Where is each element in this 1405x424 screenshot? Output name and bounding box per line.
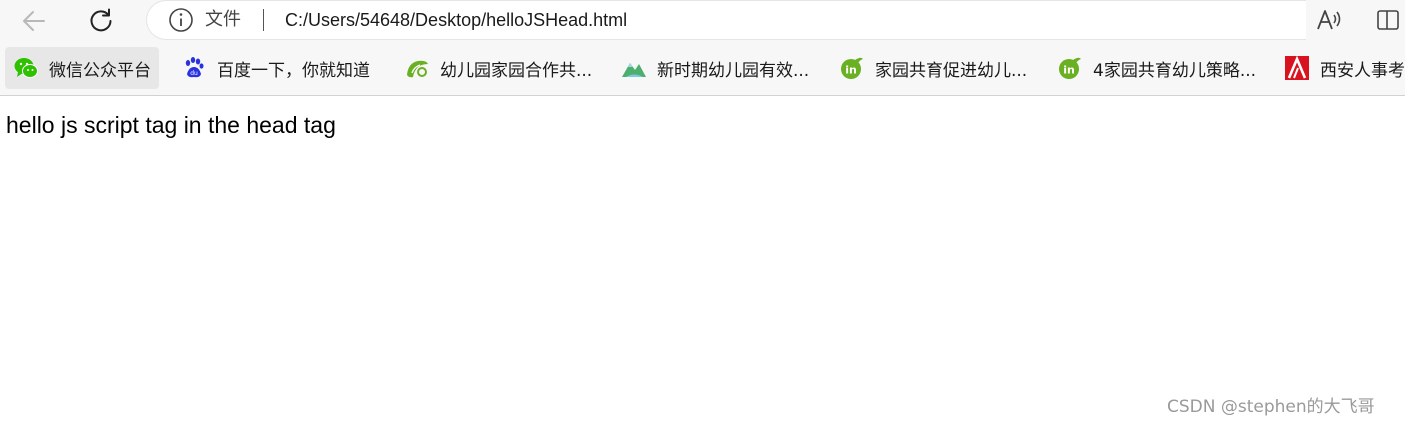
back-button[interactable] [17, 4, 51, 38]
bookmark-baidu[interactable]: du 百度一下，你就知道 [181, 47, 370, 89]
red-a-logo-icon [1285, 55, 1309, 80]
svg-text:in: in [845, 64, 857, 77]
bookmark-label: 西安人事考 [1320, 60, 1405, 81]
in-leaf-icon: in [841, 57, 863, 79]
mountain-icon [622, 63, 646, 77]
bookmark-label: 百度一下，你就知道 [217, 60, 370, 81]
url-text[interactable]: C:/Users/54648/Desktop/helloJSHead.html [285, 8, 627, 32]
arrow-left-icon [23, 11, 45, 31]
bookmark-xian-personnel-exam[interactable]: 西安人事考 [1284, 47, 1405, 89]
bookmark-kindergarten-cooperation[interactable]: 幼儿园家园合作共... [404, 47, 592, 89]
bookmark-new-era-kindergarten[interactable]: 新时期幼儿园有效... [621, 47, 809, 89]
read-aloud-icon[interactable] [1315, 6, 1343, 38]
bookmark-label: 新时期幼儿园有效... [657, 60, 810, 81]
bookmark-wechat[interactable]: 微信公众平台 [5, 47, 159, 89]
url-separator [263, 9, 264, 31]
browser-toolbar: 文件 C:/Users/54648/Desktop/helloJSHead.ht… [0, 0, 1405, 42]
url-scheme-label: 文件 [205, 9, 241, 30]
page-content: hello js script tag in the head tag [0, 97, 1405, 424]
svg-text:in: in [1063, 64, 1075, 77]
bookmark-label: 微信公众平台 [49, 60, 151, 81]
bookmark-label: 家园共育促进幼儿... [875, 60, 1028, 81]
bookmark-label: 幼儿园家园合作共... [440, 60, 593, 81]
baidu-paw-icon: du [185, 57, 204, 78]
page-body-text: hello js script tag in the head tag [6, 112, 336, 138]
leaf-swirl-icon [407, 60, 428, 78]
watermark: CSDN @stephen的大飞哥 [1167, 397, 1375, 417]
svg-text:du: du [190, 70, 198, 77]
in-leaf-icon: in [1059, 57, 1081, 79]
bookmarks-bar: 微信公众平台 du 百度一下，你就知道 幼儿园家园合作共... 新时期幼儿园有效… [0, 42, 1405, 96]
info-circle-icon[interactable] [168, 7, 194, 37]
bookmark-home-school-coeducation[interactable]: in 家园共育促进幼儿... [839, 47, 1027, 89]
bookmark-label: 4家园共育幼儿策略... [1093, 60, 1257, 81]
refresh-button[interactable] [84, 4, 118, 38]
split-screen-icon[interactable] [1375, 7, 1401, 37]
refresh-icon [90, 8, 112, 32]
wechat-icon [14, 58, 38, 78]
bookmark-coeducation-strategy[interactable]: in 4家园共育幼儿策略... [1057, 47, 1256, 89]
